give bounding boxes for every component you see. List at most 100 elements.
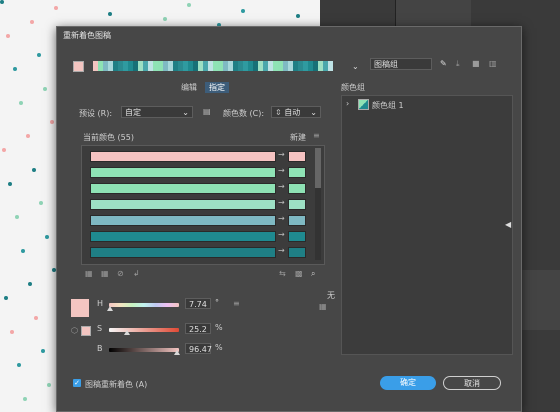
cube-icon[interactable]: ⬡	[71, 327, 78, 335]
pattern-dot	[241, 9, 245, 13]
new-color-swatch[interactable]	[288, 183, 306, 194]
color-groups-label: 颜色组	[341, 83, 365, 92]
slider-menu-icon[interactable]: ≡	[233, 300, 240, 308]
pattern-dot	[41, 349, 45, 353]
new-color-swatch[interactable]	[288, 231, 306, 242]
colors-count-select[interactable]: ⇕ 自动 ⌄	[271, 106, 321, 118]
color-row[interactable]: →	[82, 246, 314, 258]
new-folder-icon[interactable]: ■	[472, 60, 480, 68]
arrow-icon[interactable]: →	[278, 214, 285, 223]
recolor-art-label: 图稿重新着色 (A)	[85, 380, 148, 389]
merge-colors-icon[interactable]: ▦	[85, 270, 93, 278]
new-row-icon[interactable]: ↲	[133, 270, 140, 278]
web-safe-swatch[interactable]	[81, 326, 91, 336]
b-slider[interactable]	[109, 348, 179, 352]
cancel-button[interactable]: 取消	[443, 376, 501, 390]
randomize-order-icon[interactable]: ⇆	[279, 270, 286, 278]
current-color-bar[interactable]	[90, 199, 276, 210]
delete-icon[interactable]: ▥	[489, 60, 497, 68]
s-slider[interactable]	[109, 328, 179, 332]
h-slider[interactable]	[109, 303, 179, 307]
current-color-bar[interactable]	[90, 183, 276, 194]
list-scrollbar[interactable]	[315, 148, 321, 260]
group-name-field[interactable]: 图稿组	[370, 58, 432, 70]
current-color-bar[interactable]	[90, 151, 276, 162]
color-row[interactable]: →	[82, 214, 314, 226]
colors-count-label: 颜色数 (C):	[223, 109, 265, 118]
scrollbar-thumb[interactable]	[315, 148, 321, 188]
recolor-art-checkbox[interactable]: ✓	[73, 379, 81, 387]
color-group-item[interactable]: 颜色组 1	[372, 100, 404, 111]
strip-segment	[328, 61, 333, 71]
color-row[interactable]: →	[82, 166, 314, 178]
active-color-swatch[interactable]	[73, 61, 84, 72]
pattern-dot	[50, 120, 54, 124]
color-row[interactable]: →	[82, 182, 314, 194]
arrow-icon[interactable]: →	[278, 182, 285, 191]
pattern-dot	[23, 397, 27, 401]
colors-count-value: 自动	[284, 108, 301, 117]
ok-button[interactable]: 确定	[380, 376, 436, 390]
selected-color-preview	[71, 299, 89, 317]
new-color-swatch[interactable]	[288, 247, 306, 258]
s-label: S	[97, 324, 103, 333]
menu-icon[interactable]: ≡	[313, 132, 320, 140]
pattern-dot	[30, 20, 34, 24]
collapse-arrow-icon[interactable]: ◀	[505, 221, 511, 229]
arrow-icon[interactable]: →	[278, 150, 285, 159]
expand-chevron-icon[interactable]: ›	[346, 100, 349, 108]
current-color-bar[interactable]	[90, 231, 276, 242]
find-color-icon[interactable]: ⌕	[311, 270, 315, 278]
harmony-color-strip[interactable]	[93, 61, 335, 71]
color-row[interactable]: →	[82, 150, 314, 162]
none-label: 无	[327, 291, 335, 300]
pattern-dot	[2, 148, 6, 152]
h-slider-thumb[interactable]	[107, 306, 114, 311]
pattern-dot	[19, 101, 23, 105]
arrow-icon[interactable]: →	[278, 166, 285, 175]
color-row[interactable]: →	[82, 198, 314, 210]
current-color-bar[interactable]	[90, 167, 276, 178]
new-color-swatch[interactable]	[288, 199, 306, 210]
s-value-field[interactable]: 25.2	[185, 323, 211, 334]
arrow-icon[interactable]: →	[278, 198, 285, 207]
h-value-field[interactable]: 7.74	[185, 298, 211, 309]
pattern-dot	[163, 17, 167, 21]
current-color-bar[interactable]	[90, 247, 276, 258]
pattern-dot	[43, 87, 47, 91]
pattern-dot	[187, 3, 191, 7]
color-groups-panel: › 颜色组 1	[341, 95, 513, 355]
exclude-colors-icon[interactable]: ⊘	[117, 270, 124, 278]
pattern-dot	[45, 235, 49, 239]
pattern-dot	[15, 215, 19, 219]
s-slider-thumb[interactable]	[123, 330, 130, 335]
new-color-swatch[interactable]	[288, 215, 306, 226]
color-row[interactable]: →	[82, 230, 314, 242]
separate-colors-icon[interactable]: ▦	[101, 270, 109, 278]
preset-select[interactable]: 自定 ⌄	[121, 106, 193, 118]
current-color-bar[interactable]	[90, 215, 276, 226]
recolor-dialog: 重新着色图稿 ⌄ 图稿组 ✎ ⤓ ■ ▥ 编辑 指定 颜色组 预设 (R): 自…	[56, 26, 522, 412]
pattern-dot	[34, 316, 38, 320]
tab-assign[interactable]: 指定	[205, 82, 229, 93]
b-unit: %	[215, 343, 223, 352]
arrow-icon[interactable]: →	[278, 246, 285, 255]
color-assignment-list: → → → → → → →	[81, 145, 325, 265]
color-reduction-options-icon[interactable]: ▤	[203, 108, 211, 116]
color-library-icon[interactable]: ▦	[319, 303, 327, 311]
new-color-swatch[interactable]	[288, 167, 306, 178]
pattern-dot	[17, 363, 21, 367]
tab-edit[interactable]: 编辑	[177, 82, 201, 93]
new-color-swatch[interactable]	[288, 151, 306, 162]
randomize-saturation-icon[interactable]: ▩	[295, 270, 303, 278]
arrow-icon[interactable]: →	[278, 230, 285, 239]
pattern-dot	[32, 168, 36, 172]
chevron-down-icon[interactable]: ⌄	[352, 63, 359, 71]
b-slider-thumb[interactable]	[173, 350, 180, 355]
pattern-dot	[4, 296, 8, 300]
eyedropper-icon[interactable]: ✎	[440, 60, 447, 68]
pattern-dot	[296, 14, 300, 18]
pattern-dot	[39, 201, 43, 205]
b-value-field[interactable]: 96.47	[185, 343, 212, 354]
save-group-icon[interactable]: ⤓	[456, 60, 460, 68]
